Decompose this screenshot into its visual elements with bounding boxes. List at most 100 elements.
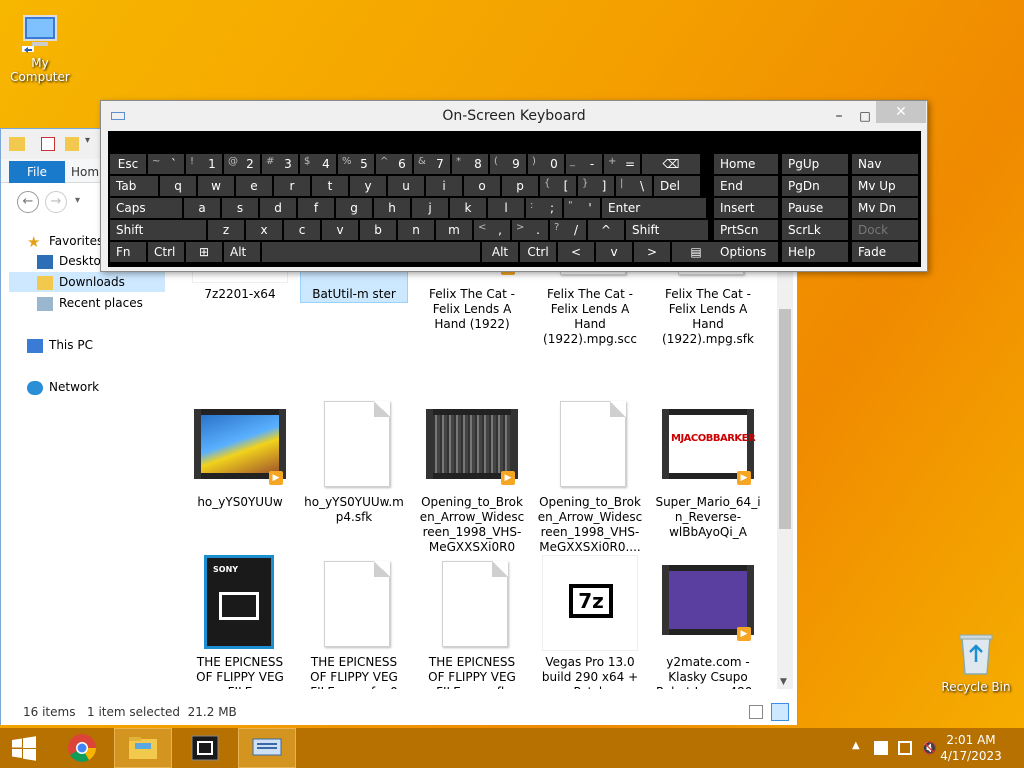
osk-key[interactable]: Fade bbox=[852, 242, 918, 262]
osk-key[interactable]: ▤ bbox=[672, 242, 720, 262]
osk-key[interactable]: Caps bbox=[110, 198, 182, 218]
osk-key[interactable]: Help bbox=[782, 242, 848, 262]
osk-key[interactable]: Dock bbox=[852, 220, 918, 240]
osk-key[interactable]: b bbox=[360, 220, 396, 240]
nav-downloads[interactable]: Downloads bbox=[9, 272, 165, 292]
osk-key[interactable]: $4 bbox=[300, 154, 336, 174]
osk-key[interactable]: Fn bbox=[110, 242, 146, 262]
osk-key[interactable]: Shift bbox=[626, 220, 708, 240]
osk-key[interactable]: {[ bbox=[540, 176, 576, 196]
osk-key[interactable]: PgDn bbox=[782, 176, 848, 196]
osk-taskbar-button[interactable] bbox=[238, 728, 296, 768]
chrome-taskbar-button[interactable] bbox=[56, 728, 114, 768]
osk-key[interactable]: ^ 6 bbox=[376, 154, 412, 174]
osk-key[interactable]: Home bbox=[714, 154, 778, 174]
file-item[interactable]: ▶ Opening_to_Broken_Arrow_Widescreen_199… bbox=[419, 395, 525, 555]
nav-recent-places[interactable]: Recent places bbox=[37, 293, 143, 313]
osk-key[interactable]: d bbox=[260, 198, 296, 218]
osk-key[interactable]: ⊞ bbox=[186, 242, 222, 262]
osk-key[interactable]: End bbox=[714, 176, 778, 196]
osk-key[interactable]: " ' bbox=[564, 198, 600, 218]
minimize-button[interactable]: – bbox=[831, 101, 847, 131]
osk-key[interactable]: ? / bbox=[550, 220, 586, 240]
osk-key[interactable]: s bbox=[222, 198, 258, 218]
osk-key[interactable]: >. bbox=[512, 220, 548, 240]
osk-key[interactable]: % 5 bbox=[338, 154, 374, 174]
clock[interactable]: 2:01 AM 4/17/2023 bbox=[936, 732, 1006, 764]
details-view-icon[interactable] bbox=[749, 705, 763, 719]
osk-key[interactable]: e bbox=[236, 176, 272, 196]
maximize-button[interactable]: □ bbox=[857, 101, 873, 131]
file-item[interactable]: SONY THE EPICNESS OF FLIPPY VEG FILE bbox=[187, 555, 293, 689]
file-item[interactable]: ▶ ho_yYS0YUUw bbox=[187, 395, 293, 510]
osk-key[interactable]: _ - bbox=[566, 154, 602, 174]
osk-key[interactable]: <, bbox=[474, 220, 510, 240]
osk-key[interactable]: ) 0 bbox=[528, 154, 564, 174]
nav-this-pc[interactable]: This PC bbox=[27, 335, 93, 355]
new-folder-icon[interactable] bbox=[65, 137, 79, 151]
osk-key[interactable]: p bbox=[502, 176, 538, 196]
osk-key[interactable]: Tab bbox=[110, 176, 158, 196]
tab-file[interactable]: File bbox=[9, 161, 65, 183]
osk-key[interactable]: < bbox=[558, 242, 594, 262]
osk-key[interactable]: Insert bbox=[714, 198, 778, 218]
osk-key[interactable]: l bbox=[488, 198, 524, 218]
large-icons-view-icon[interactable] bbox=[771, 703, 789, 721]
osk-key[interactable]: y bbox=[350, 176, 386, 196]
osk-key[interactable]: Ctrl bbox=[148, 242, 184, 262]
osk-key[interactable]: (9 bbox=[490, 154, 526, 174]
osk-key[interactable]: ScrLk bbox=[782, 220, 848, 240]
folder-icon[interactable] bbox=[9, 137, 25, 151]
osk-key[interactable]: * 8 bbox=[452, 154, 488, 174]
osk-key[interactable]: Nav bbox=[852, 154, 918, 174]
vegas-taskbar-button[interactable] bbox=[176, 728, 234, 768]
osk-key[interactable]: v bbox=[596, 242, 632, 262]
osk-key[interactable]: Mv Dn bbox=[852, 198, 918, 218]
nav-network[interactable]: Network bbox=[27, 377, 99, 397]
my-computer-desktop-icon[interactable]: My Computer bbox=[0, 10, 80, 84]
osk-key[interactable]: h bbox=[374, 198, 410, 218]
osk-key[interactable]: q bbox=[160, 176, 196, 196]
osk-key[interactable]: Alt bbox=[482, 242, 518, 262]
osk-key[interactable] bbox=[262, 242, 480, 262]
osk-key[interactable]: f bbox=[298, 198, 334, 218]
scroll-down-icon[interactable]: ▼ bbox=[780, 677, 787, 687]
osk-key[interactable]: r bbox=[274, 176, 310, 196]
forward-arrow-icon[interactable]: → bbox=[45, 191, 67, 213]
osk-key[interactable]: m bbox=[436, 220, 472, 240]
osk-key[interactable]: :; bbox=[526, 198, 562, 218]
file-explorer-taskbar-button[interactable] bbox=[114, 728, 172, 768]
file-item[interactable]: ho_yYS0YUUw.mp4.sfk bbox=[301, 395, 407, 525]
osk-key[interactable]: Esc bbox=[110, 154, 146, 174]
file-item[interactable]: THE EPICNESS OF FLIPPY VEG FILE.veg.sfk bbox=[419, 555, 525, 689]
volume-muted-icon[interactable]: 🔇 bbox=[922, 741, 937, 755]
osk-key[interactable]: k bbox=[450, 198, 486, 218]
osk-key[interactable]: x bbox=[246, 220, 282, 240]
osk-key[interactable]: j bbox=[412, 198, 448, 218]
osk-key[interactable]: ^ bbox=[588, 220, 624, 240]
osk-key[interactable]: t bbox=[312, 176, 348, 196]
osk-key[interactable]: & 7 bbox=[414, 154, 450, 174]
osk-key[interactable]: + = bbox=[604, 154, 640, 174]
file-item[interactable]: 7z Vegas Pro 13.0 build 290 x64 + Patch bbox=[537, 555, 643, 689]
osk-key[interactable]: Enter bbox=[602, 198, 706, 218]
osk-key[interactable]: #3 bbox=[262, 154, 298, 174]
osk-key[interactable]: w bbox=[198, 176, 234, 196]
file-item[interactable]: Opening_to_Broken_Arrow_Widescreen_1998_… bbox=[537, 395, 643, 555]
osk-key[interactable]: n bbox=[398, 220, 434, 240]
osk-key[interactable]: Del bbox=[654, 176, 700, 196]
osk-key[interactable]: > bbox=[634, 242, 670, 262]
osk-key[interactable]: PgUp bbox=[782, 154, 848, 174]
chevron-down-icon[interactable]: ▾ bbox=[85, 135, 90, 146]
osk-key[interactable]: ! 1 bbox=[186, 154, 222, 174]
file-item[interactable]: MJACOBBARKER ▶ Super_Mario_64_in_Reverse… bbox=[655, 395, 761, 540]
file-item[interactable]: ▶ y2mate.com - Klasky Csupo Robot Logo_4… bbox=[655, 555, 761, 689]
network-status-icon[interactable] bbox=[898, 741, 912, 755]
show-hidden-icons-icon[interactable]: ▲ bbox=[852, 740, 860, 751]
osk-key[interactable]: ⌫ bbox=[642, 154, 700, 174]
osk-key[interactable]: Ctrl bbox=[520, 242, 556, 262]
back-arrow-icon[interactable]: ← bbox=[17, 191, 39, 213]
vertical-scrollbar[interactable]: ▼ bbox=[777, 219, 793, 689]
osk-key[interactable]: a bbox=[184, 198, 220, 218]
properties-icon[interactable] bbox=[41, 137, 55, 151]
